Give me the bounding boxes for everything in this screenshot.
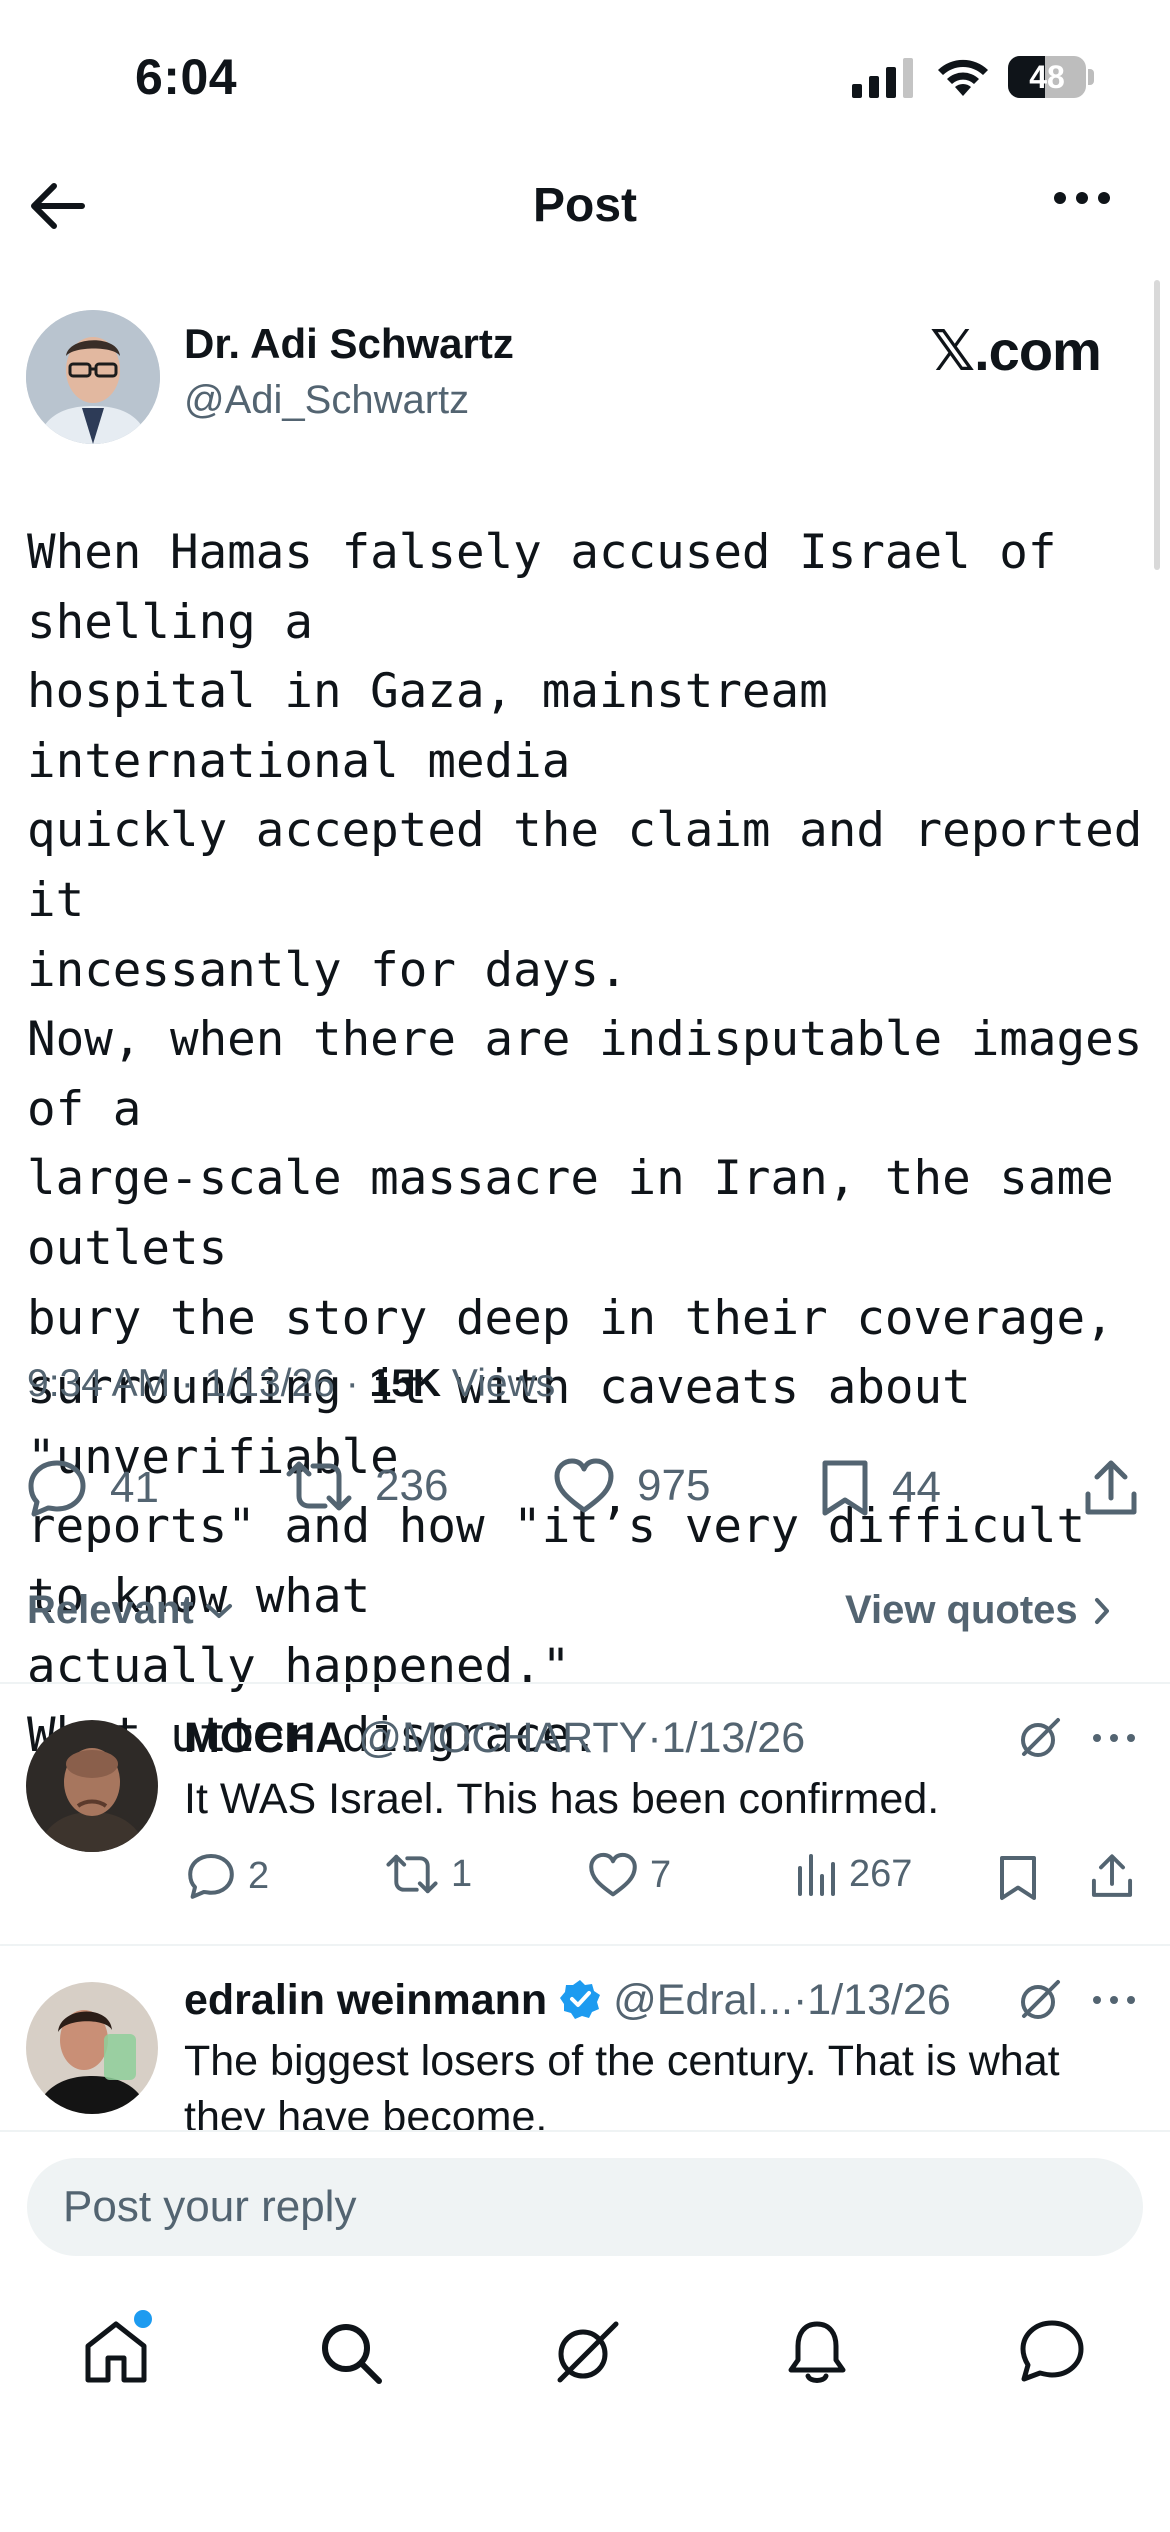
view-quotes-label: View quotes <box>845 1588 1078 1632</box>
reply-date: ·1/13/26 <box>792 1976 951 2024</box>
grok-icon <box>557 2321 619 2383</box>
reply-input[interactable]: Post your reply <box>27 2158 1143 2256</box>
post-text: When Hamas falsely accused Israel of she… <box>27 525 1143 1764</box>
tab-messages[interactable] <box>1018 2318 1086 2384</box>
x-com-badge[interactable]: 𝕏.com <box>930 318 1102 384</box>
arrow-left-icon <box>31 183 85 229</box>
repost-count: 236 <box>375 1461 449 1510</box>
reply-share-button[interactable] <box>1090 1852 1134 1900</box>
grok-button[interactable] <box>1016 1714 1064 1762</box>
author-handle[interactable]: @Adi_Schwartz <box>184 378 469 423</box>
more-horizontal-icon <box>1054 192 1110 204</box>
views-label: Views <box>441 1362 556 1405</box>
reply-more-button[interactable] <box>1092 1733 1136 1743</box>
repost-icon <box>286 1461 352 1511</box>
tab-home[interactable] <box>82 2318 150 2386</box>
bookmark-icon <box>1000 1856 1036 1900</box>
reply-avatar[interactable] <box>26 1982 158 2114</box>
reply-icon <box>188 1854 234 1899</box>
reply-bookmark-button[interactable] <box>998 1854 1038 1902</box>
author-avatar[interactable] <box>26 310 160 444</box>
bookmark-count: 44 <box>892 1463 941 1512</box>
battery-nub <box>1088 69 1094 85</box>
reply-like-count: 7 <box>650 1853 672 1896</box>
page-title: Post <box>532 179 637 232</box>
chevron-down-icon <box>205 1603 232 1618</box>
grok-icon <box>1021 1980 1060 2019</box>
cellular-signal-icon <box>852 58 916 98</box>
grok-button[interactable] <box>1016 1976 1064 2024</box>
home-icon <box>85 2321 147 2383</box>
tab-search[interactable] <box>318 2320 384 2386</box>
bell-icon <box>788 2321 846 2383</box>
share-button[interactable] <box>1083 1458 1139 1518</box>
share-icon <box>1085 1460 1137 1515</box>
chevron-right-icon <box>1094 1597 1109 1624</box>
reply-reply-count: 2 <box>248 1854 270 1897</box>
reply-author-name[interactable]: MOCHA <box>184 1714 346 1762</box>
like-button[interactable]: 975 <box>553 1458 710 1514</box>
reply-views-button[interactable]: 267 <box>795 1852 912 1896</box>
more-horizontal-icon <box>1093 1996 1135 2004</box>
reply-repost-button[interactable]: 1 <box>385 1852 472 1896</box>
battery-icon: 48 <box>1008 56 1086 98</box>
post-timestamp: 9:34 AM · 1/13/26 · <box>27 1362 370 1405</box>
bookmark-icon <box>822 1460 868 1516</box>
reply-header: edralin weinmann @Edral...·1/13/26 <box>184 1976 951 2025</box>
reply-text: It WAS Israel. This has been confirmed. <box>184 1775 940 1823</box>
reply-author-handle[interactable]: @MOCHARTY <box>358 1714 647 1762</box>
view-quotes-link[interactable]: View quotes <box>845 1588 1112 1633</box>
tab-grok[interactable] <box>550 2316 622 2388</box>
sort-label: Relevant <box>27 1588 194 1632</box>
repost-icon <box>386 1854 438 1894</box>
reply-more-button[interactable] <box>1092 1995 1136 2005</box>
reply-view-count: 267 <box>849 1852 913 1895</box>
reply-button[interactable]: 41 <box>26 1458 159 1518</box>
reply-date: ·1/13/26 <box>647 1714 806 1762</box>
reply-icon <box>28 1460 86 1517</box>
heart-icon <box>554 1458 614 1513</box>
heart-icon <box>589 1852 637 1897</box>
reply-author-name[interactable]: edralin weinmann <box>184 1976 547 2024</box>
more-horizontal-icon <box>1093 1734 1135 1742</box>
reply-repost-count: 1 <box>451 1852 473 1895</box>
repost-button[interactable]: 236 <box>285 1458 448 1514</box>
reply-header: MOCHA @MOCHARTY·1/13/26 <box>184 1714 805 1763</box>
reply-count: 41 <box>110 1463 159 1512</box>
reply-author-handle[interactable]: @Edral... <box>613 1976 793 2024</box>
post-meta: 9:34 AM · 1/13/26 · 15K Views <box>27 1362 555 1406</box>
grok-icon <box>1021 1718 1060 1757</box>
author-name[interactable]: Dr. Adi Schwartz <box>184 320 514 368</box>
messages-icon <box>1020 2320 1084 2382</box>
back-button[interactable] <box>26 178 90 234</box>
like-count: 975 <box>637 1461 711 1510</box>
reply-like-button[interactable]: 7 <box>588 1852 671 1898</box>
reply-avatar[interactable] <box>26 1720 158 1852</box>
sort-dropdown[interactable]: Relevant <box>27 1588 234 1633</box>
divider <box>0 1944 1170 1946</box>
status-time: 6:04 <box>135 49 238 105</box>
analytics-icon <box>798 1854 835 1896</box>
wifi-icon <box>935 56 991 98</box>
search-icon <box>322 2324 382 2384</box>
battery-level: 48 <box>1029 59 1065 95</box>
divider <box>0 1682 1170 1684</box>
reply-reply-button[interactable]: 2 <box>186 1852 269 1900</box>
bookmark-button[interactable]: 44 <box>820 1458 941 1518</box>
tab-notifications[interactable] <box>786 2318 848 2386</box>
views-count: 15K <box>369 1362 442 1405</box>
reply-text: The biggest losers of the century. That … <box>184 2037 1060 2085</box>
share-icon <box>1091 1854 1133 1897</box>
more-options-button[interactable] <box>1052 190 1112 206</box>
notification-dot <box>134 2310 152 2328</box>
verified-badge-icon <box>559 1978 601 2020</box>
